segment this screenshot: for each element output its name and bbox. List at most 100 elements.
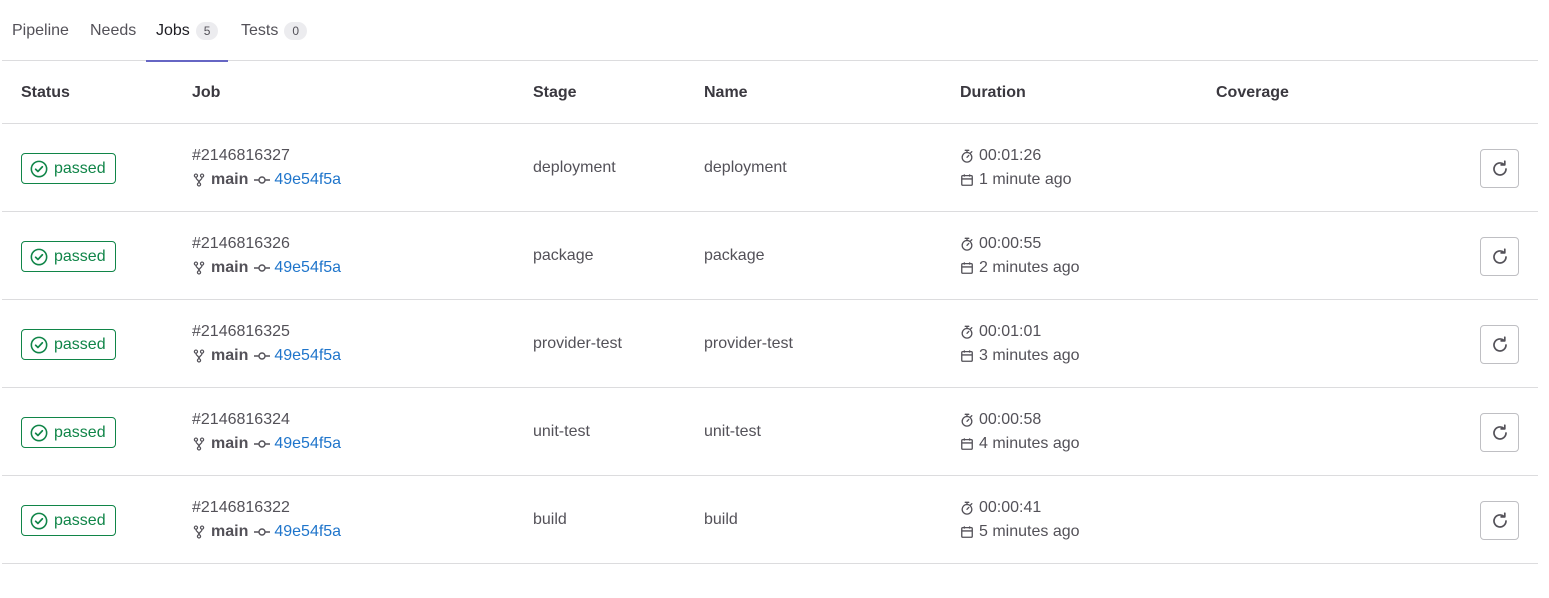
branch-link[interactable]: main <box>211 258 248 278</box>
column-header-duration: Duration <box>960 83 1026 101</box>
job-finished-value: 5 minutes ago <box>979 523 1080 540</box>
jobs-table-header: Status Job Stage Name Duration Coverage <box>2 61 1538 124</box>
retry-button[interactable] <box>1480 237 1519 276</box>
timer-icon <box>961 501 973 515</box>
retry-icon <box>1492 247 1507 264</box>
branch-icon <box>193 349 205 363</box>
commit-icon <box>254 352 271 360</box>
status-label: passed <box>54 247 106 265</box>
job-finished: 5 minutes ago <box>960 522 1080 542</box>
branch-link[interactable]: main <box>211 522 248 542</box>
branch-link[interactable]: main <box>211 170 248 190</box>
status-label: passed <box>54 511 106 529</box>
branch-link[interactable]: main <box>211 434 248 454</box>
check-circle-icon <box>30 512 48 529</box>
column-header-coverage: Coverage <box>1216 83 1289 101</box>
status-badge[interactable]: passed <box>21 505 116 536</box>
tab-tests-count-badge: 0 <box>284 21 308 40</box>
job-finished: 2 minutes ago <box>960 258 1080 278</box>
table-row: passed #2146816327 main 49e54f5a deploym… <box>2 124 1538 212</box>
job-name: unit-test <box>704 423 761 440</box>
check-circle-icon <box>30 336 48 353</box>
tab-tests[interactable]: Tests 0 <box>241 0 308 61</box>
retry-button[interactable] <box>1480 325 1519 364</box>
job-ref: main 49e54f5a <box>192 434 341 454</box>
pipeline-tabs: Pipeline Needs Jobs 5 Tests 0 <box>2 0 1538 62</box>
job-name: build <box>704 511 738 528</box>
retry-icon <box>1492 511 1507 528</box>
tab-tests-label: Tests <box>241 21 279 39</box>
retry-icon <box>1492 335 1507 352</box>
column-header-status: Status <box>21 83 70 101</box>
commit-sha-link[interactable]: 49e54f5a <box>274 346 341 366</box>
calendar-icon <box>961 262 973 274</box>
status-badge[interactable]: passed <box>21 417 116 448</box>
retry-button[interactable] <box>1480 501 1519 540</box>
job-duration-value: 00:01:26 <box>979 147 1042 164</box>
tab-jobs-label: Jobs <box>156 21 190 39</box>
job-name: package <box>704 247 765 264</box>
table-row: passed #2146816326 main 49e54f5a package… <box>2 212 1538 300</box>
job-ref: main 49e54f5a <box>192 346 341 366</box>
job-name: provider-test <box>704 335 793 352</box>
timer-icon <box>961 413 973 427</box>
commit-icon <box>254 440 271 448</box>
job-ref: main 49e54f5a <box>192 170 341 190</box>
calendar-icon <box>961 438 973 450</box>
job-finished: 3 minutes ago <box>960 346 1080 366</box>
job-finished-value: 4 minutes ago <box>979 435 1080 452</box>
table-row: passed #2146816322 main 49e54f5a build b… <box>2 476 1538 564</box>
branch-icon <box>193 525 205 539</box>
table-row: passed #2146816324 main 49e54f5a unit-te… <box>2 388 1538 476</box>
timer-icon <box>961 325 973 339</box>
tab-pipeline[interactable]: Pipeline <box>12 0 69 61</box>
status-badge[interactable]: passed <box>21 153 116 184</box>
job-id-link[interactable]: #2146816327 <box>192 146 290 166</box>
job-finished-value: 2 minutes ago <box>979 259 1080 276</box>
status-label: passed <box>54 335 106 353</box>
retry-icon <box>1492 159 1507 176</box>
branch-link[interactable]: main <box>211 346 248 366</box>
job-finished-value: 1 minute ago <box>979 171 1072 188</box>
job-duration-value: 00:00:55 <box>979 235 1042 252</box>
tab-pipeline-label: Pipeline <box>12 21 69 39</box>
job-duration-value: 00:00:58 <box>979 411 1042 428</box>
commit-sha-link[interactable]: 49e54f5a <box>274 522 341 542</box>
commit-icon <box>254 528 271 536</box>
calendar-icon <box>961 526 973 538</box>
tab-needs[interactable]: Needs <box>90 0 136 61</box>
check-circle-icon <box>30 160 48 177</box>
job-finished: 1 minute ago <box>960 170 1072 190</box>
job-finished: 4 minutes ago <box>960 434 1080 454</box>
branch-icon <box>193 261 205 275</box>
job-id-link[interactable]: #2146816324 <box>192 410 290 430</box>
job-duration: 00:01:01 <box>960 322 1041 342</box>
commit-icon <box>254 264 271 272</box>
job-stage: build <box>533 511 567 528</box>
column-header-job: Job <box>192 83 221 101</box>
job-id-link[interactable]: #2146816326 <box>192 234 290 254</box>
status-badge[interactable]: passed <box>21 329 116 360</box>
tab-jobs-count-badge: 5 <box>195 21 219 40</box>
retry-icon <box>1492 423 1507 440</box>
commit-sha-link[interactable]: 49e54f5a <box>274 434 341 454</box>
job-id-link[interactable]: #2146816325 <box>192 322 290 342</box>
commit-sha-link[interactable]: 49e54f5a <box>274 258 341 278</box>
commit-sha-link[interactable]: 49e54f5a <box>274 170 341 190</box>
job-duration: 00:00:55 <box>960 234 1041 254</box>
job-duration-value: 00:01:01 <box>979 323 1042 340</box>
branch-icon <box>193 437 205 451</box>
retry-button[interactable] <box>1480 149 1519 188</box>
commit-icon <box>254 176 271 184</box>
job-id-link[interactable]: #2146816322 <box>192 498 290 518</box>
retry-button[interactable] <box>1480 413 1519 452</box>
timer-icon <box>961 237 973 251</box>
tab-jobs[interactable]: Jobs 5 <box>145 0 230 62</box>
job-duration: 00:01:26 <box>960 146 1041 166</box>
column-header-stage: Stage <box>533 83 577 101</box>
timer-icon <box>961 149 973 163</box>
jobs-table-body: passed #2146816327 main 49e54f5a deploym… <box>2 124 1538 564</box>
status-badge[interactable]: passed <box>21 241 116 272</box>
job-duration: 00:00:58 <box>960 410 1041 430</box>
calendar-icon <box>961 350 973 362</box>
